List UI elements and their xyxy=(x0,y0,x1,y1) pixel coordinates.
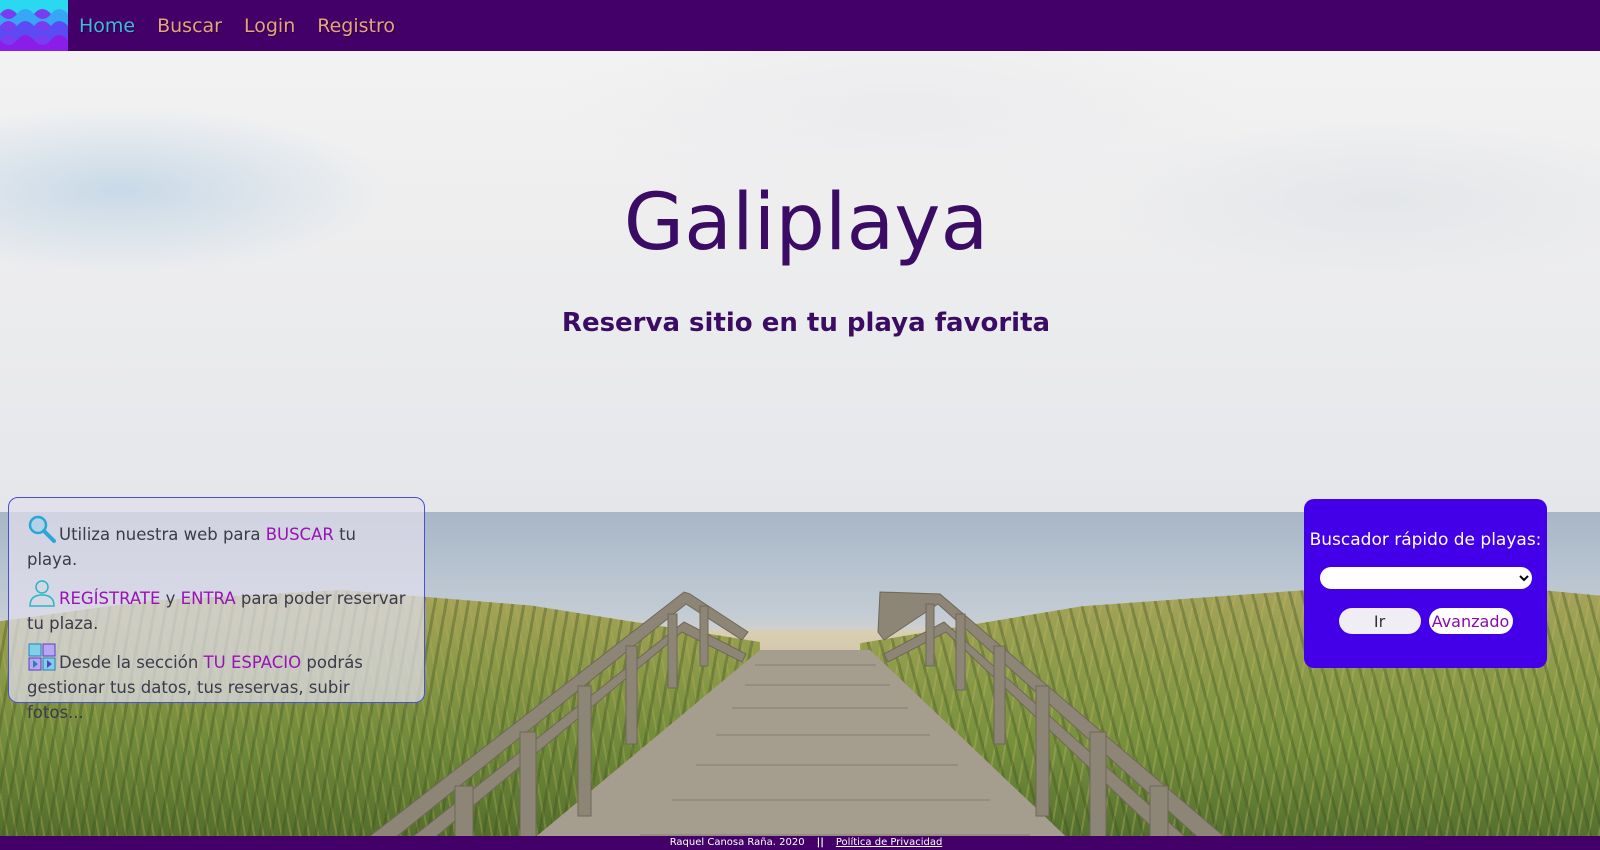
nav-login[interactable]: Login xyxy=(244,15,295,37)
quick-search-panel: Buscador rápido de playas: Ir Avanzado xyxy=(1304,499,1547,668)
magnifier-icon xyxy=(27,514,57,544)
nav-registro[interactable]: Registro xyxy=(317,15,395,37)
main-nav: Home Buscar Login Registro xyxy=(79,15,395,37)
beach-select[interactable] xyxy=(1319,567,1532,589)
info-line2-mid: y xyxy=(160,589,181,608)
info-line-space: Desde la sección TU ESPACIO podrás gesti… xyxy=(27,642,408,725)
quick-search-buttons: Ir Avanzado xyxy=(1304,608,1547,634)
info-line-search: Utiliza nuestra web para BUSCAR tu playa… xyxy=(27,514,408,572)
footer-separator: || xyxy=(816,837,824,848)
info-line2-highlight1: REGÍSTRATE xyxy=(59,589,161,608)
page-title: Galiplaya xyxy=(623,178,989,268)
wave-logo[interactable] xyxy=(0,0,68,51)
go-button[interactable]: Ir xyxy=(1338,608,1421,634)
info-line1-pre: Utiliza nuestra web para xyxy=(59,525,266,544)
quick-search-label: Buscador rápido de playas: xyxy=(1309,530,1542,550)
page-subtitle: Reserva sitio en tu playa favorita xyxy=(561,308,1051,338)
footer: Raquel Canosa Raña. 2020 || Política de Pr… xyxy=(0,836,1600,850)
nav-buscar[interactable]: Buscar xyxy=(157,15,222,37)
info-panel: Utiliza nuestra web para BUSCAR tu playa… xyxy=(8,497,425,722)
info-line3-highlight: TU ESPACIO xyxy=(203,653,302,672)
privacy-policy-link[interactable]: Política de Privacidad xyxy=(836,837,942,848)
user-icon xyxy=(27,578,57,608)
nav-home[interactable]: Home xyxy=(79,15,135,37)
advanced-search-button[interactable]: Avanzado xyxy=(1428,608,1513,634)
info-line1-highlight: BUSCAR xyxy=(265,525,334,544)
info-line-register: REGÍSTRATE y ENTRA para poder reservar t… xyxy=(27,578,408,636)
footer-content: Raquel Canosa Raña. 2020 || Política de Pr… xyxy=(670,836,943,850)
info-line2-highlight2: ENTRA xyxy=(180,589,236,608)
info-line3-pre: Desde la sección xyxy=(59,653,204,672)
grid-icon xyxy=(27,642,57,672)
top-navbar: Home Buscar Login Registro xyxy=(0,0,1600,51)
wave-logo-icon xyxy=(0,0,68,51)
footer-credit: Raquel Canosa Raña. 2020 xyxy=(669,837,805,848)
